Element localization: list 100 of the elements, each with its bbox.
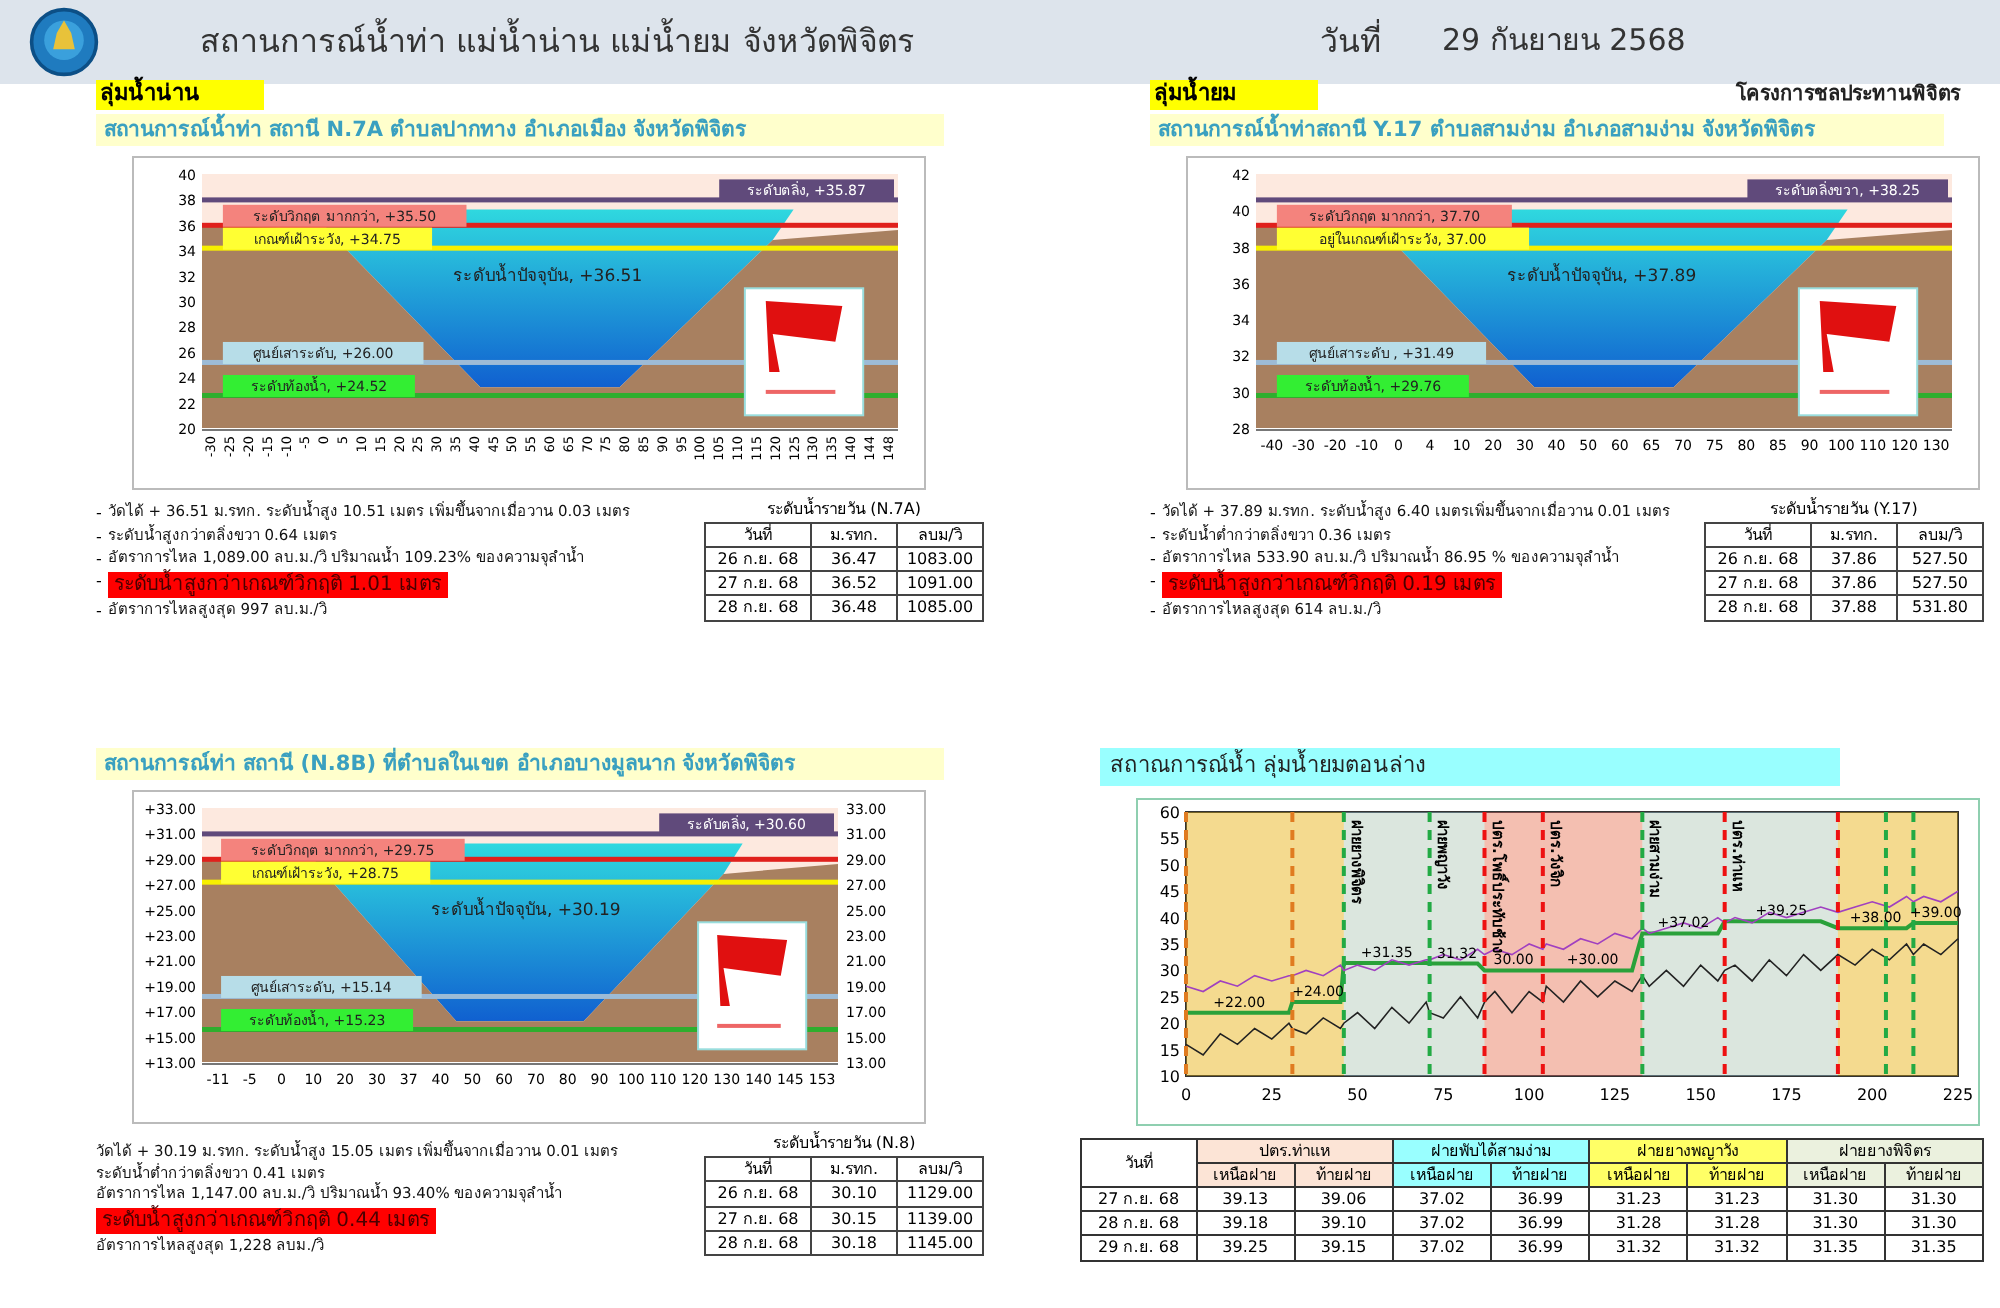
flag-sign-icon — [743, 286, 865, 416]
table-header: วันที่ — [1705, 522, 1811, 548]
axis-tick-label: 50 — [1159, 856, 1180, 875]
table-cell: 39.25 — [1196, 1235, 1295, 1261]
table-cell: 36.99 — [1491, 1235, 1590, 1261]
station-title: สถานการณ์น้ำท่าสถานี Y.17 ตำบลสามง่าม อำเภอสามง่าม จังหวัดพิจิตร — [1150, 113, 1944, 146]
table-header: เหนือฝาย — [1392, 1162, 1492, 1188]
table-cell: 31.35 — [1884, 1235, 1983, 1261]
report-date: 29 กันยายน 2568 — [1442, 24, 1686, 60]
report-title: สถานการณ์น้ำท่า แม่น้ำน่าน แม่น้ำยม จังหวัดพิจิตร — [200, 23, 917, 61]
axis-tick-label: 45 — [1159, 882, 1180, 901]
basin-label: ลุ่มน้ำยม — [1150, 80, 1318, 110]
table-cell: 31.32 — [1589, 1235, 1688, 1261]
table-header: เหนือฝาย — [1589, 1162, 1688, 1188]
axis-tick-label: 35 — [1159, 935, 1180, 954]
bullet-dash: - — [96, 571, 102, 591]
table-cell: 31.30 — [1786, 1187, 1885, 1212]
table-cell: 1085.00 — [897, 595, 983, 621]
table-cell: 26 ก.ย. 68 — [705, 1181, 811, 1207]
axis-tick-label: 40 — [1159, 908, 1180, 927]
table-cell: 28 ก.ย. 68 — [1705, 595, 1811, 621]
axis-tick-label: 10 — [1159, 1067, 1180, 1086]
table-header: วันที่ — [1081, 1138, 1197, 1188]
table-cell: 37.02 — [1392, 1211, 1492, 1236]
table-header: ท้ายฝาย — [1491, 1162, 1590, 1188]
table-cell: 39.15 — [1294, 1235, 1393, 1261]
table-cell: 36.99 — [1491, 1211, 1590, 1236]
table-cell: 26 ก.ย. 68 — [1705, 547, 1811, 572]
basin-label: ลุ่มน้ำน่าน — [96, 80, 264, 110]
table-cell: 30.18 — [811, 1230, 897, 1255]
station-title: สถานการณ์ท่า สถานี (N.8B) ที่ตำบลในเขต อำเภอบางมูลนาก จังหวัดพิจิตร — [96, 748, 944, 781]
axis-tick-label: 20 — [1159, 1014, 1180, 1033]
table-cell: 31.28 — [1589, 1211, 1688, 1236]
table-cell: 36.99 — [1491, 1187, 1590, 1212]
table-cell: 1091.00 — [897, 571, 983, 596]
table-cell: 39.13 — [1196, 1187, 1295, 1212]
table-cell: 31.30 — [1786, 1211, 1885, 1236]
table-header: ฝายพับได้สามง่าม — [1392, 1138, 1590, 1163]
bullet-dash: - — [96, 504, 102, 524]
table-cell: 26 ก.ย. 68 — [705, 547, 811, 572]
table-cell: 527.50 — [1897, 547, 1983, 572]
table-header: ปตร.ท่าแห — [1196, 1138, 1393, 1163]
table-cell: 31.35 — [1786, 1235, 1885, 1261]
bullet-dash: - — [1150, 571, 1156, 591]
water-level-label: ระดับน้ำปัจจุบัน, +30.19 — [430, 900, 621, 921]
table-cell: 27 ก.ย. 68 — [1705, 571, 1811, 596]
table-header: ลบม/วิ — [897, 1157, 983, 1182]
axis-tick-label: 200 — [1856, 1085, 1888, 1104]
table-cell: 27 ก.ย. 68 — [705, 571, 811, 596]
bullet-dash: - — [1150, 527, 1156, 546]
flag-sign-icon — [697, 921, 808, 1051]
axis-tick-label: 225 — [1942, 1085, 1974, 1104]
table-header: ท้ายฝาย — [1294, 1162, 1393, 1188]
table-header: ม.รทก. — [1811, 522, 1897, 548]
water-level-label: ระดับน้ำปัจจุบัน, +37.89 — [1506, 266, 1697, 287]
table-header: เหนือฝาย — [1786, 1162, 1885, 1188]
table-cell: 527.50 — [1897, 571, 1983, 596]
table-cell: 30.10 — [811, 1181, 897, 1207]
table-cell: 1129.00 — [897, 1181, 983, 1207]
table-cell: 37.86 — [1811, 571, 1897, 596]
table-header: ม.รทก. — [811, 1157, 897, 1182]
table-cell: 31.28 — [1687, 1211, 1787, 1236]
organization-label: โครงการชลประทานพิจิตร — [1736, 83, 1960, 107]
table-cell: 39.10 — [1294, 1211, 1393, 1236]
table-cell: 36.47 — [811, 547, 897, 572]
bullet-dash: - — [96, 602, 102, 622]
bullet-dash: - — [1150, 602, 1156, 622]
table-cell: 1145.00 — [897, 1230, 983, 1255]
bullet-dash: - — [1150, 504, 1156, 524]
emblem-logo — [28, 6, 100, 78]
axis-tick-label: 15 — [1159, 1040, 1180, 1059]
axis-tick-label: 0 — [1180, 1085, 1192, 1104]
axis-tick-label: 60 — [1159, 803, 1180, 822]
table-cell: 28 ก.ย. 68 — [1081, 1211, 1197, 1236]
table-header: ท้ายฝาย — [1687, 1162, 1787, 1188]
table-header: เหนือฝาย — [1196, 1162, 1295, 1188]
table-caption: ระดับน้ำรายวัน (N.8) — [772, 1134, 916, 1153]
bullet-dash: - — [1150, 549, 1156, 568]
axis-tick-label: 25 — [1159, 988, 1180, 1007]
table-cell: 31.32 — [1687, 1235, 1787, 1261]
table-cell: 1139.00 — [897, 1206, 983, 1231]
table-caption: ระดับน้ำรายวัน (N.7A) — [767, 499, 921, 518]
table-cell: 27 ก.ย. 68 — [705, 1206, 811, 1231]
axis-tick-label: 100 — [1513, 1085, 1545, 1104]
axis-tick-label: 30 — [1159, 961, 1180, 980]
table-cell: 31.30 — [1884, 1211, 1983, 1236]
table-cell: 36.52 — [811, 571, 897, 596]
section-title: สถาณการณ์น้ำ ลุ่มน้ำยมตอนล่าง — [1100, 748, 1840, 786]
table-cell: 39.06 — [1294, 1187, 1393, 1212]
table-header: วันที่ — [705, 1157, 811, 1182]
date-label: วันที่ — [1320, 23, 1382, 61]
table-cell: 37.02 — [1392, 1187, 1492, 1212]
table-cell: 37.88 — [1811, 595, 1897, 621]
axis-tick-label: 125 — [1599, 1085, 1631, 1104]
table-cell: 31.23 — [1589, 1187, 1688, 1212]
table-cell: 28 ก.ย. 68 — [705, 1230, 811, 1255]
table-header: ลบม/วิ — [1897, 522, 1983, 548]
table-cell: 39.18 — [1196, 1211, 1295, 1236]
axis-tick-label: 55 — [1159, 829, 1180, 848]
table-cell: 31.30 — [1884, 1187, 1983, 1212]
